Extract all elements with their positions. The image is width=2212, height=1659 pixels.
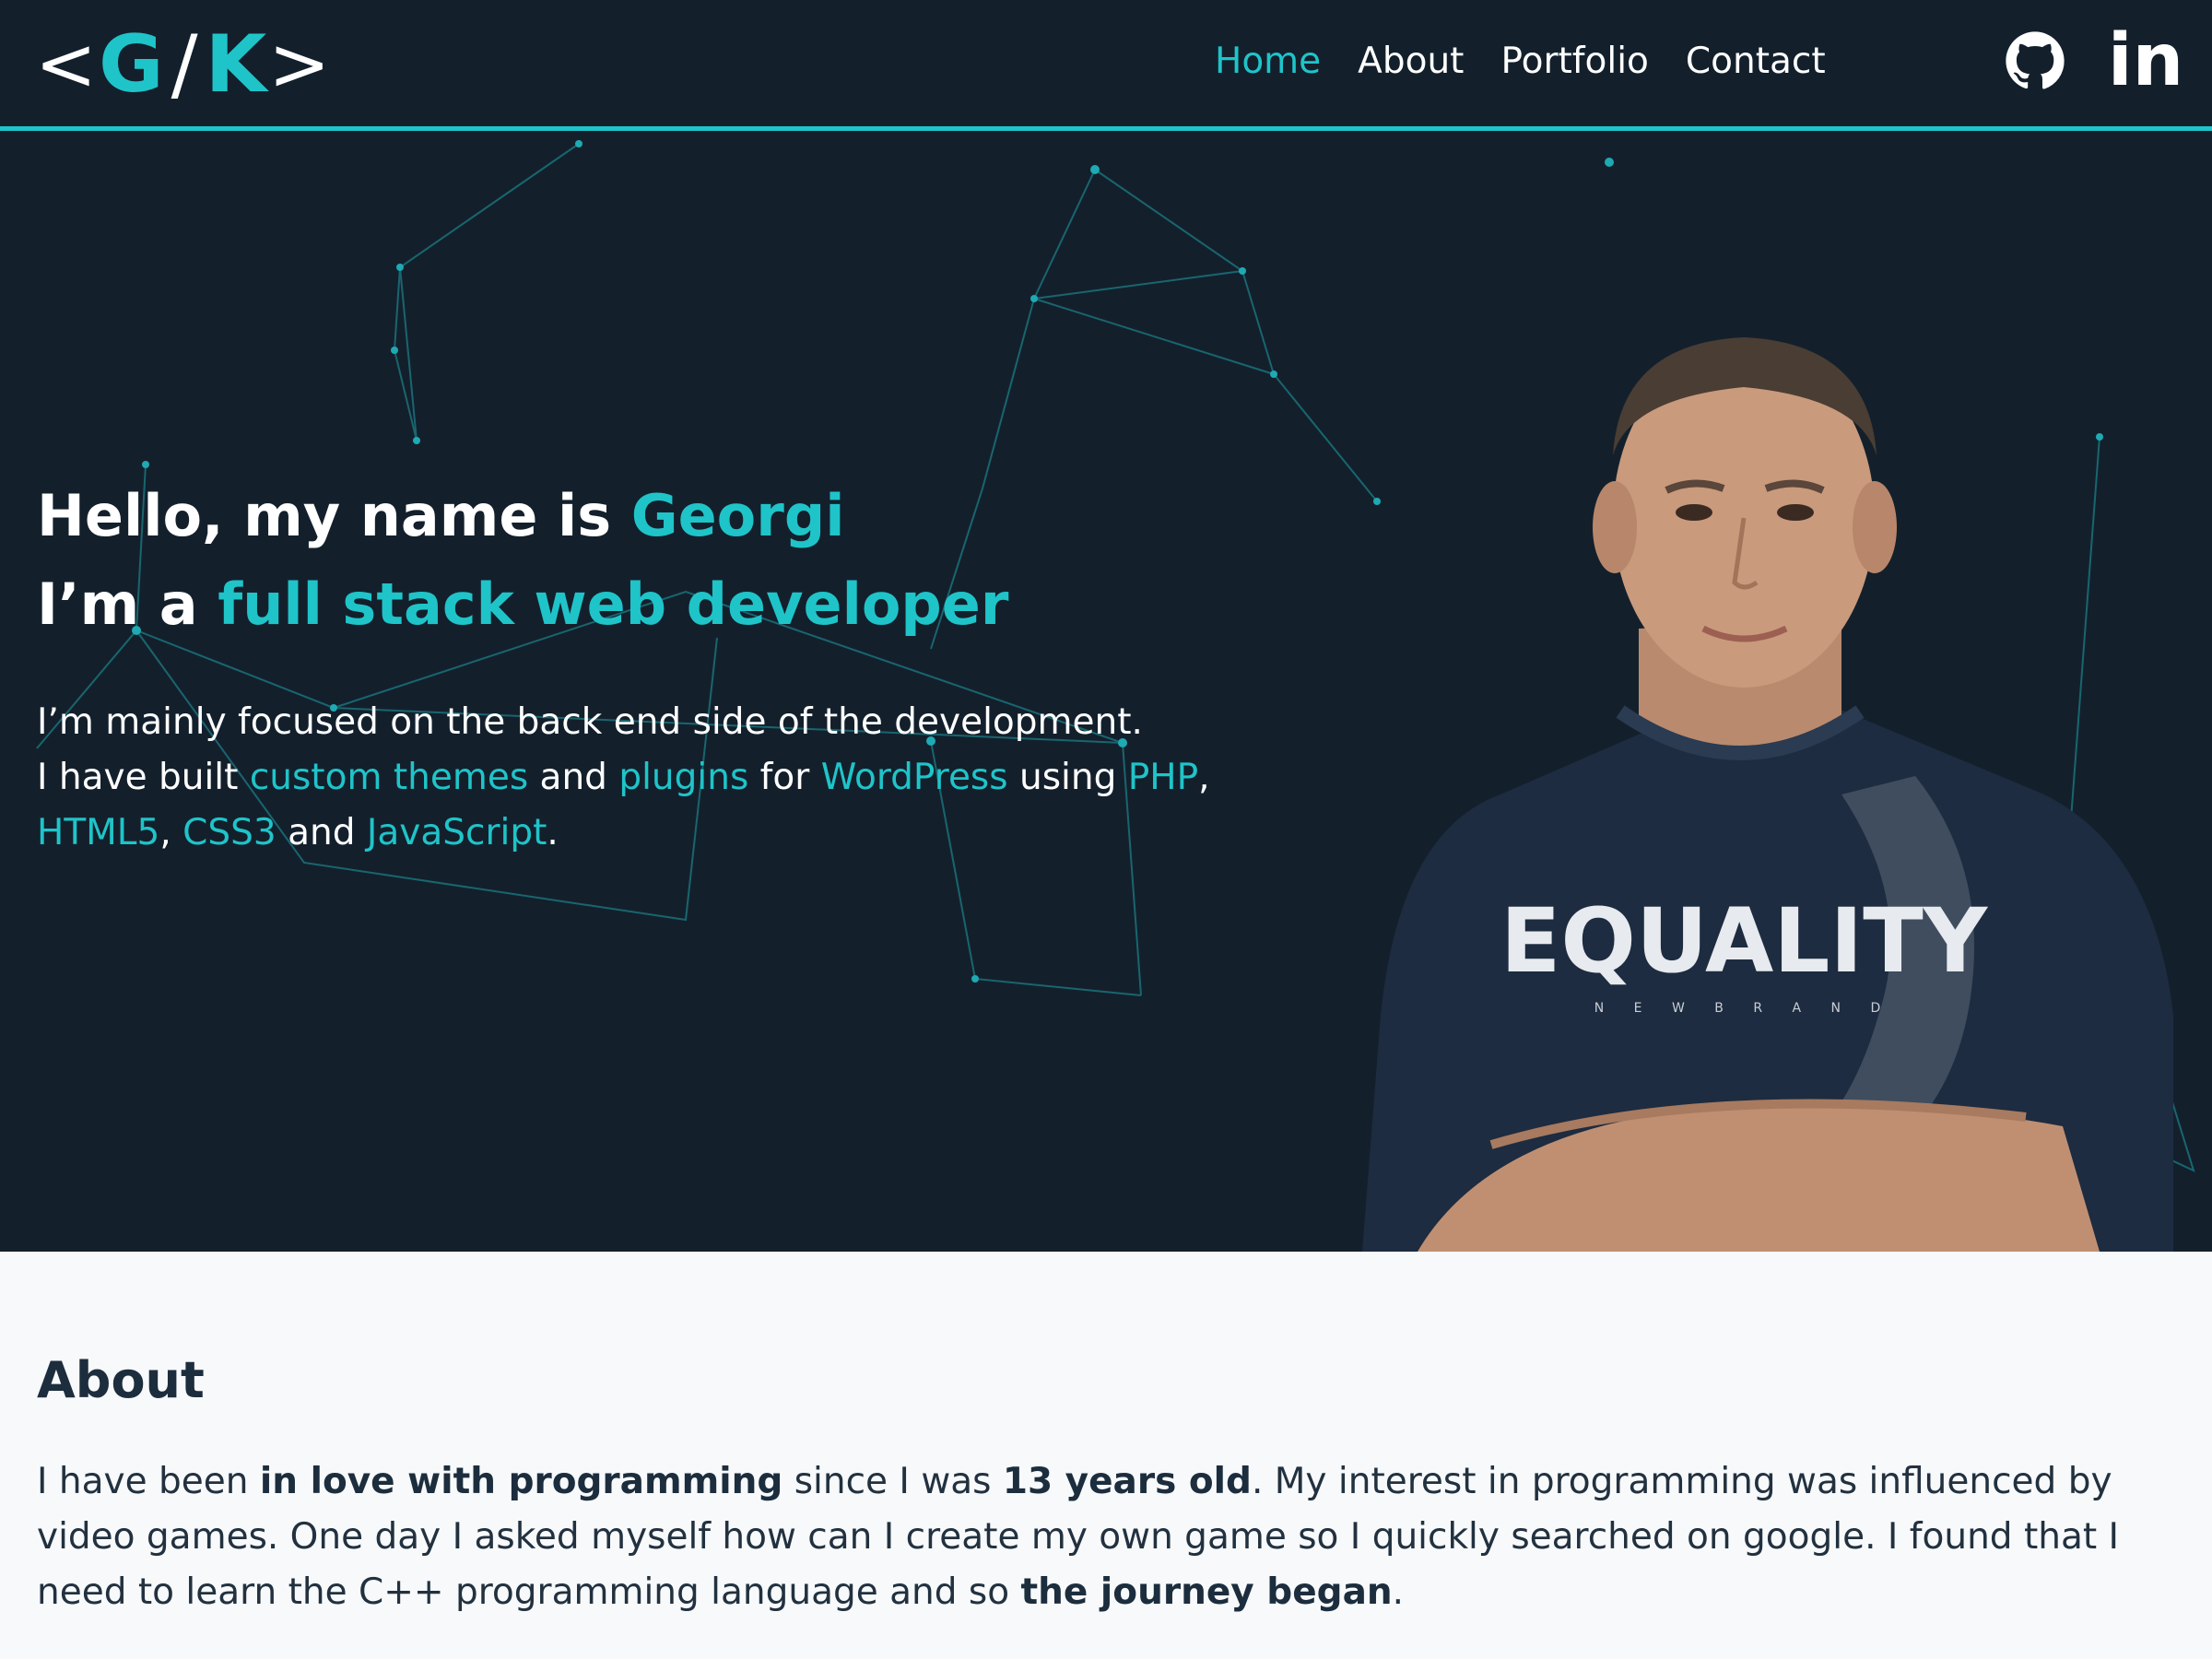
hero-description: I’m mainly focused on the back end side … bbox=[37, 695, 1327, 861]
hero-section: Hello, my name is Georgi I’m a full stac… bbox=[0, 131, 2212, 1252]
text: using bbox=[1007, 757, 1128, 798]
css3-link[interactable]: CSS3 bbox=[182, 812, 276, 853]
logo-close-bracket: > bbox=[268, 21, 333, 107]
logo-open-bracket: < bbox=[35, 21, 100, 107]
logo-slash: / bbox=[171, 18, 200, 111]
linkedin-icon: in bbox=[2107, 19, 2184, 102]
text: and bbox=[276, 812, 367, 853]
heading-greeting: Hello, my name is bbox=[37, 482, 631, 549]
text: . bbox=[1392, 1571, 1405, 1613]
text: , bbox=[1198, 757, 1210, 798]
about-paragraph: I have been in love with programming sin… bbox=[37, 1454, 2175, 1620]
linkedin-link[interactable]: in bbox=[2108, 25, 2183, 97]
logo-letter-k: K bbox=[205, 18, 269, 111]
text: . bbox=[547, 812, 559, 853]
nav-about-link[interactable]: About bbox=[1358, 41, 1464, 82]
nav-contact-link[interactable]: Contact bbox=[1686, 41, 1826, 82]
main-nav: Home About Portfolio Contact bbox=[1215, 33, 1826, 88]
emphasis: 13 years old bbox=[1002, 1461, 1252, 1502]
shirt-print-subtext: N E W B R A N D bbox=[1594, 1001, 1893, 1016]
hero-intro: Hello, my name is Georgi I’m a full stac… bbox=[37, 472, 1327, 861]
text: I have built bbox=[37, 757, 250, 798]
nav-home-link[interactable]: Home bbox=[1215, 41, 1321, 82]
php-link[interactable]: PHP bbox=[1128, 757, 1198, 798]
github-icon bbox=[2006, 31, 2065, 89]
plugins-link[interactable]: plugins bbox=[618, 757, 748, 798]
shirt-print-text: EQUALITY bbox=[1500, 889, 1989, 993]
about-section: About I have been in love with programmi… bbox=[0, 1252, 2212, 1659]
emphasis: in love with programming bbox=[259, 1461, 783, 1502]
text: since I was bbox=[782, 1461, 1003, 1502]
custom-themes-link[interactable]: custom themes bbox=[250, 757, 528, 798]
wordpress-link[interactable]: WordPress bbox=[821, 757, 1008, 798]
hero-heading-line2: I’m a full stack web developer bbox=[37, 560, 1327, 649]
site-logo[interactable]: < G / K > bbox=[35, 20, 332, 109]
hero-line-tech: HTML5, CSS3 and JavaScript. bbox=[37, 806, 1327, 861]
profile-photo: EQUALITY N E W B R A N D bbox=[1362, 337, 2173, 1252]
logo-letter-g: G bbox=[99, 18, 166, 111]
text: , bbox=[159, 812, 183, 853]
text: for bbox=[748, 757, 821, 798]
about-heading: About bbox=[37, 1351, 205, 1409]
text: I have been bbox=[37, 1461, 260, 1502]
html5-link[interactable]: HTML5 bbox=[37, 812, 159, 853]
javascript-link[interactable]: JavaScript bbox=[367, 812, 547, 853]
site-header: < G / K > Home About Portfolio Contact in bbox=[0, 0, 2212, 131]
hero-heading-line1: Hello, my name is Georgi bbox=[37, 472, 1327, 560]
hero-line-focus: I’m mainly focused on the back end side … bbox=[37, 701, 1143, 743]
nav-portfolio-link[interactable]: Portfolio bbox=[1500, 41, 1648, 82]
text: and bbox=[528, 757, 619, 798]
heading-role: full stack web developer bbox=[218, 571, 1009, 638]
heading-name: Georgi bbox=[630, 482, 845, 549]
emphasis: the journey began bbox=[1020, 1571, 1393, 1613]
heading-im-a: I’m a bbox=[37, 571, 218, 638]
github-link[interactable] bbox=[2002, 28, 2068, 94]
hero-line-built: I have built custom themes and plugins f… bbox=[37, 750, 1327, 806]
